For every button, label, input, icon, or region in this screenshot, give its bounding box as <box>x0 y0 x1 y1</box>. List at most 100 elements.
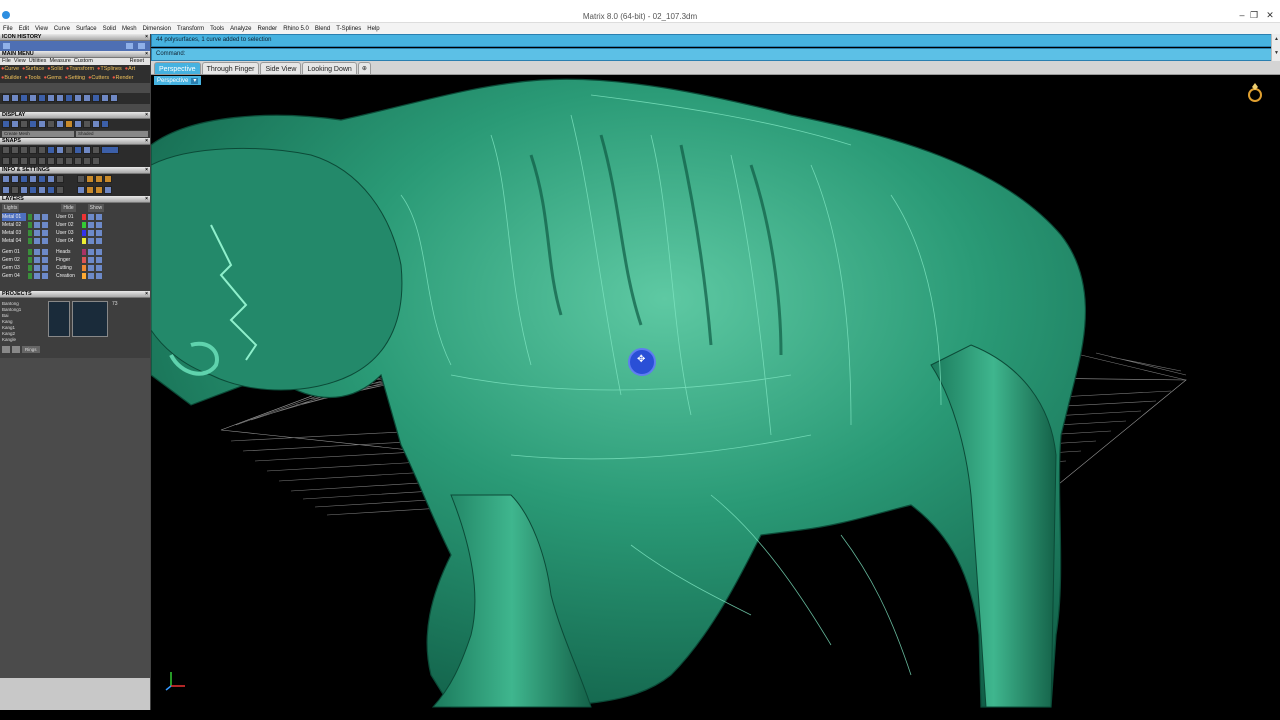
artistic-icon[interactable] <box>56 120 64 128</box>
tab-looking-down[interactable]: Looking Down <box>302 62 357 74</box>
icon-history-header[interactable]: ICON HISTORY × <box>0 34 150 41</box>
project-thumbnail[interactable] <box>72 301 108 337</box>
layer-row[interactable]: Gem 04 Creation <box>2 272 148 280</box>
snap-int-icon[interactable] <box>47 146 55 154</box>
history-icon[interactable] <box>3 43 10 49</box>
menu-edit[interactable]: Edit <box>19 26 29 32</box>
add-tab-button[interactable]: ⊕ <box>357 62 371 74</box>
hide-button[interactable]: Hide <box>61 204 76 212</box>
settings-icon[interactable] <box>77 175 85 183</box>
weight-icon[interactable] <box>20 175 28 183</box>
menu-view[interactable]: View <box>35 26 48 32</box>
layer-row[interactable]: Metal 04 User 04 <box>2 237 148 245</box>
disable-icon[interactable] <box>83 157 91 165</box>
reset-button[interactable]: Reset <box>130 58 144 65</box>
mm-tools[interactable]: ●Tools <box>24 74 40 83</box>
snap-end-icon[interactable] <box>2 146 10 154</box>
rotate-tool-icon[interactable] <box>65 94 73 102</box>
shade-select[interactable]: Shaded <box>76 131 148 137</box>
rings-button[interactable]: Rings <box>22 346 40 353</box>
tool-c-icon[interactable] <box>95 186 103 194</box>
point-tool-icon[interactable] <box>2 94 10 102</box>
smarttrack-icon[interactable] <box>38 157 46 165</box>
mesh-select[interactable]: Create Mesh <box>2 131 74 137</box>
osnap-icon[interactable] <box>29 157 37 165</box>
capture-icon[interactable] <box>56 186 64 194</box>
main-menu-view[interactable]: View <box>14 58 26 65</box>
menu-tools[interactable]: Tools <box>210 26 224 32</box>
silver-material-icon[interactable] <box>74 120 82 128</box>
lights-button[interactable]: Lights <box>2 204 20 212</box>
menu-dimension[interactable]: Dimension <box>143 26 171 32</box>
lighting-icon[interactable] <box>101 120 109 128</box>
layer-row[interactable]: Gem 02 Finger <box>2 256 148 264</box>
snap-knot-icon[interactable] <box>83 146 91 154</box>
show-button[interactable]: Show <box>87 204 105 212</box>
main-menu-file[interactable]: File <box>2 58 11 65</box>
grid-icon[interactable] <box>47 175 55 183</box>
mm-curve[interactable]: ●Curve <box>1 65 19 74</box>
main-menu-header[interactable]: MAIN MENU × <box>0 51 150 58</box>
info-settings-header[interactable]: INFO & SETTINGS × <box>0 167 150 174</box>
grid-snap-icon[interactable] <box>20 157 28 165</box>
ring-tool-icon[interactable] <box>110 94 118 102</box>
tab-through-finger[interactable]: Through Finger <box>201 62 260 74</box>
mm-transform[interactable]: ●Transform <box>66 65 94 74</box>
info-icon[interactable] <box>86 175 94 183</box>
main-menu-measure[interactable]: Measure <box>49 58 70 65</box>
layer-row[interactable]: Metal 01 User 01 <box>2 213 148 221</box>
close-button[interactable]: ✕ <box>1264 10 1276 21</box>
snap-quad-icon[interactable] <box>74 146 82 154</box>
menu-tsplines[interactable]: T-Splines <box>336 26 361 32</box>
layer-row[interactable]: Gem 01 Heads <box>2 248 148 256</box>
properties-icon[interactable] <box>29 175 37 183</box>
measure-icon[interactable] <box>11 175 19 183</box>
curve-tool-icon[interactable] <box>11 94 19 102</box>
history-forward-icon[interactable] <box>138 43 145 49</box>
layer-row[interactable]: Metal 03 User 03 <box>2 229 148 237</box>
tool-d-icon[interactable] <box>104 186 112 194</box>
snap-mid-icon[interactable] <box>29 146 37 154</box>
mm-builder[interactable]: ●Builder <box>1 74 21 83</box>
ghosted-icon[interactable] <box>29 120 37 128</box>
export-icon[interactable] <box>104 175 112 183</box>
mm-setting[interactable]: ●Setting <box>65 74 85 83</box>
units-icon[interactable] <box>38 175 46 183</box>
tool-a-icon[interactable] <box>77 186 85 194</box>
wireframe-icon[interactable] <box>2 120 10 128</box>
help-icon[interactable] <box>95 175 103 183</box>
technical-icon[interactable] <box>47 120 55 128</box>
menu-file[interactable]: File <box>3 26 13 32</box>
snap-perp-icon[interactable] <box>56 146 64 154</box>
notes-icon[interactable] <box>56 175 64 183</box>
mm-solid[interactable]: ●Solid <box>47 65 63 74</box>
menu-solid[interactable]: Solid <box>103 26 116 32</box>
select-tool-icon[interactable] <box>38 94 46 102</box>
snap-vertex-icon[interactable] <box>92 146 100 154</box>
planar-icon[interactable] <box>11 157 19 165</box>
scale-tool-icon[interactable] <box>74 94 82 102</box>
ortho-icon[interactable] <box>2 157 10 165</box>
layer-row[interactable]: Gem 03 Cutting <box>2 264 148 272</box>
snap-near-icon[interactable] <box>11 146 19 154</box>
menu-rhino[interactable]: Rhino 5.0 <box>283 26 309 32</box>
menu-mesh[interactable]: Mesh <box>122 26 137 32</box>
viewport-label[interactable]: Perspective ▾ <box>154 76 202 85</box>
command-scrollbar[interactable]: ▲ ▼ <box>1271 34 1280 61</box>
boolean-tool-icon[interactable] <box>101 94 109 102</box>
menu-analyze[interactable]: Analyze <box>230 26 251 32</box>
menu-transform[interactable]: Transform <box>177 26 204 32</box>
tool-b-icon[interactable] <box>86 186 94 194</box>
lock-icon[interactable] <box>92 157 100 165</box>
array-tool-icon[interactable] <box>92 94 100 102</box>
menu-blend[interactable]: Blend <box>315 26 330 32</box>
command-input[interactable]: Command: <box>151 48 1280 61</box>
snap-tan-icon[interactable] <box>65 146 73 154</box>
layout-icon[interactable] <box>2 186 10 194</box>
minimize-button[interactable]: – <box>1236 10 1248 20</box>
snap-toggle-icon[interactable] <box>101 146 119 154</box>
mm-art[interactable]: ●Art <box>125 65 135 74</box>
mm-cutters[interactable]: ●Cutters <box>88 74 109 83</box>
layer-row[interactable]: Metal 02 User 02 <box>2 221 148 229</box>
menu-curve[interactable]: Curve <box>54 26 70 32</box>
